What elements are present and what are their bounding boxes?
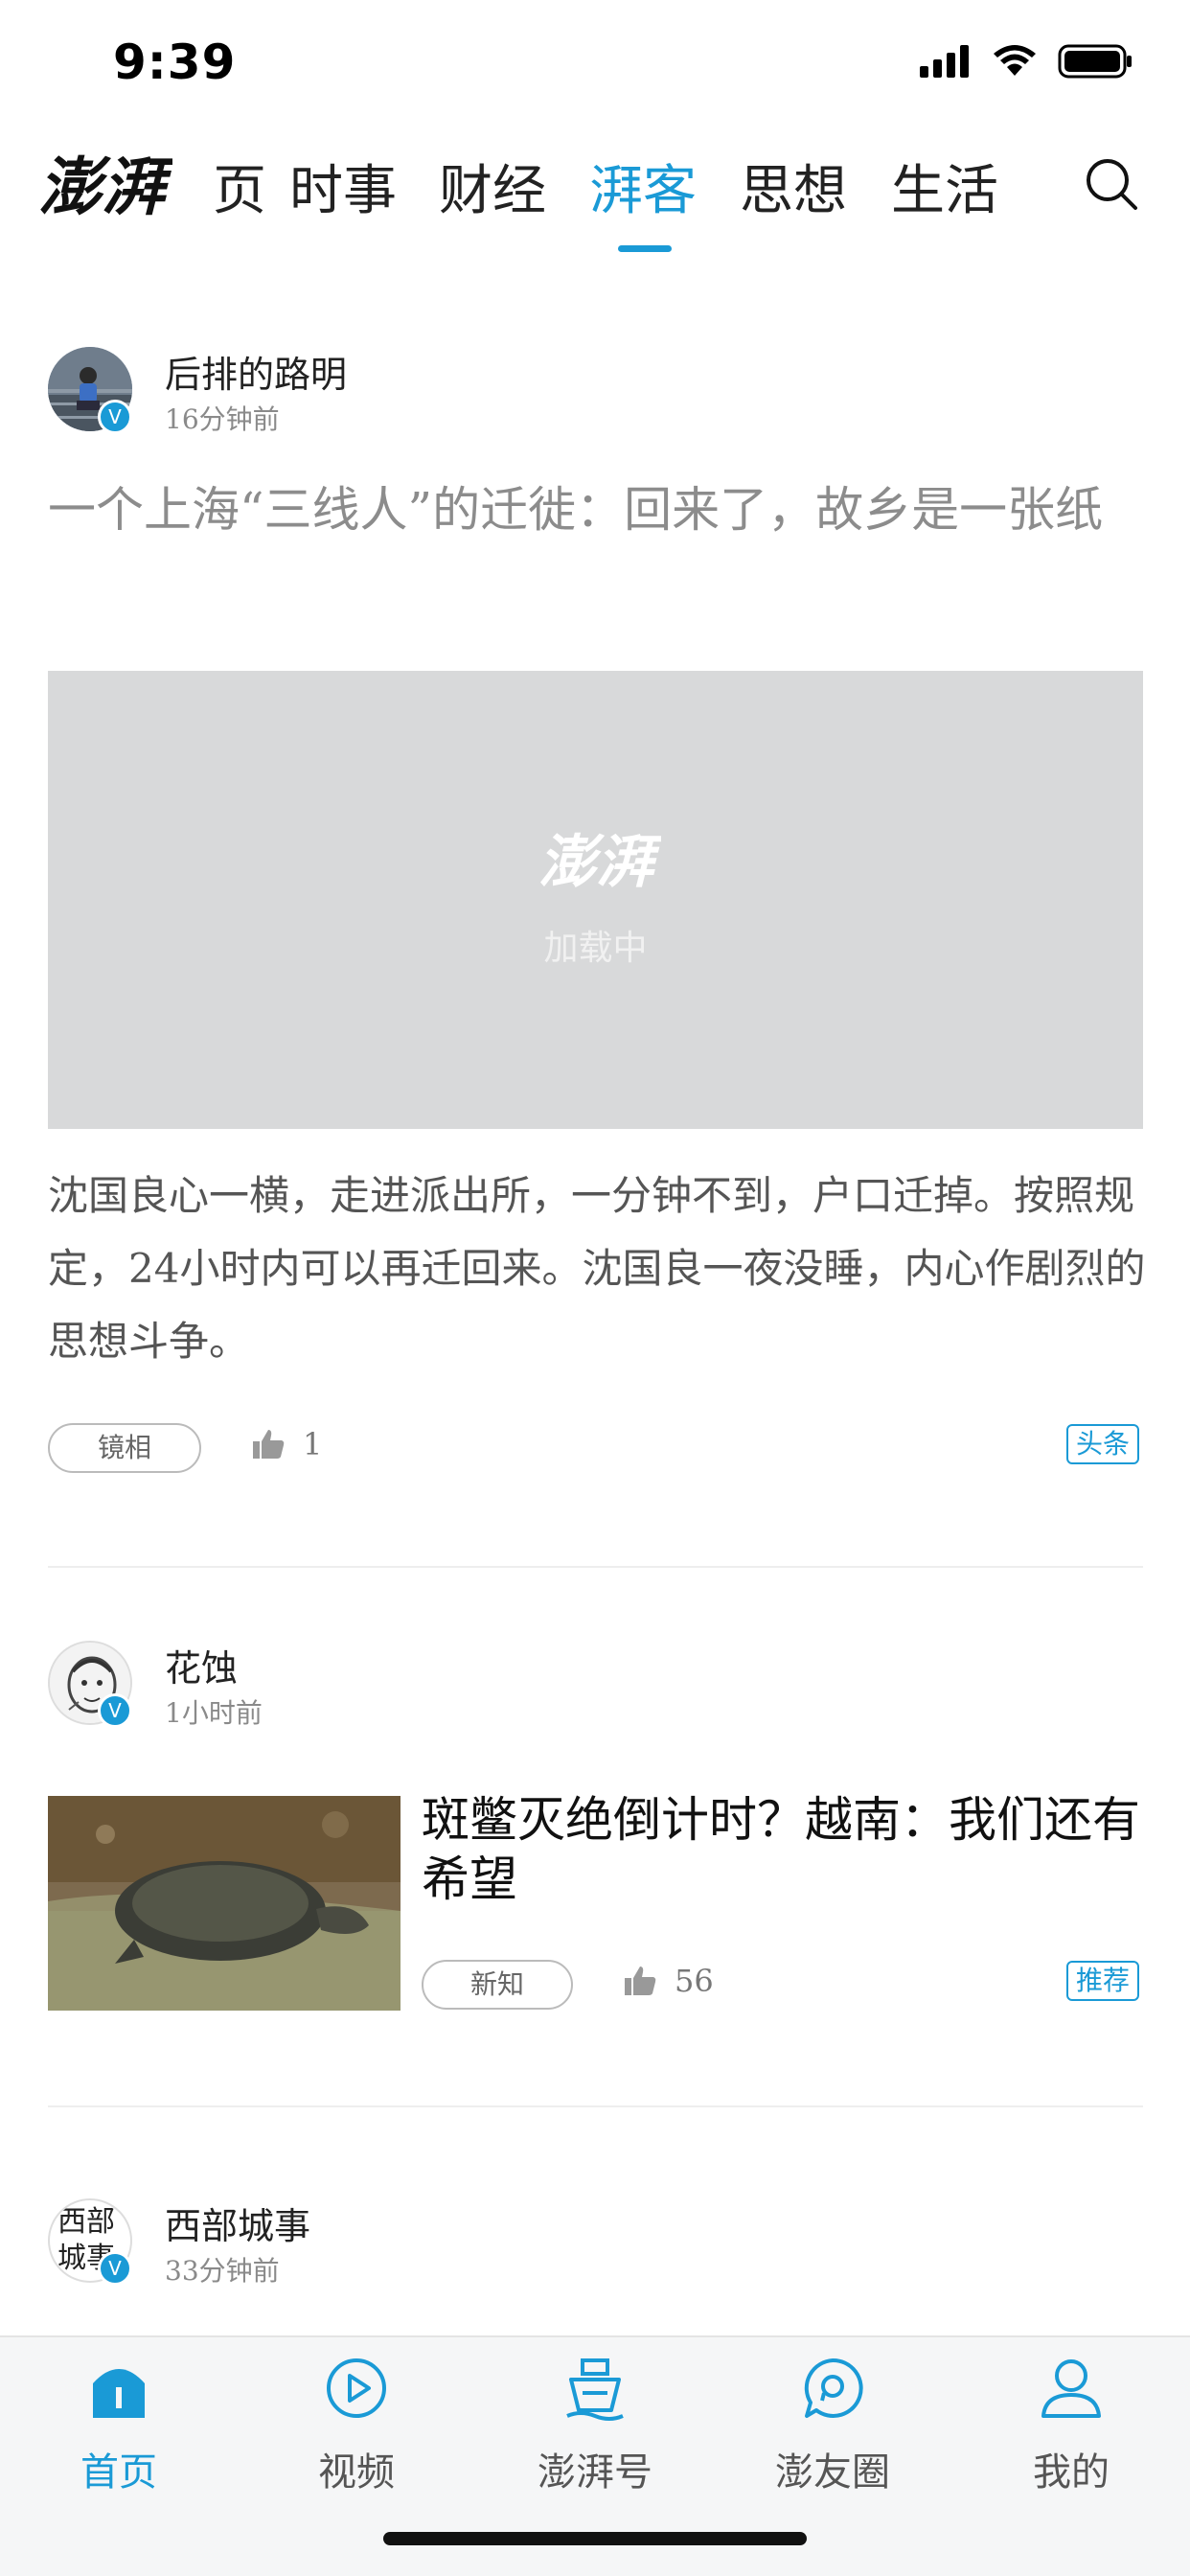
home-icon	[93, 2369, 145, 2418]
tab-pengyou-quan[interactable]: 澎友圈	[737, 2337, 928, 2510]
article-title[interactable]: 斑鳖灭绝倒计时？越南：我们还有希望	[422, 1790, 1150, 1909]
placeholder-logo: 澎湃	[538, 829, 661, 896]
article-summary[interactable]: 沈国良心一横，走进派出所，一分钟不到，户口迁掉。按照规定，24小时内可以再迁回来…	[48, 1160, 1150, 1378]
battery-icon	[1058, 44, 1132, 79]
tab-label: 澎湃号	[538, 2450, 652, 2495]
tab-sixiang[interactable]: 思想	[740, 148, 847, 225]
channel-tabs: 页 时事 财经 湃客 思想 生活	[213, 134, 1046, 259]
thumbs-up-icon	[625, 1966, 656, 1995]
headline-badge: 头条	[1066, 1424, 1140, 1464]
loading-text: 加载中	[543, 929, 648, 968]
tab-caijing[interactable]: 财经	[439, 148, 546, 225]
thepaper-logo[interactable]: 澎湃	[38, 142, 172, 228]
verified-badge: V	[98, 2251, 132, 2286]
post-time: 33分钟前	[165, 2255, 280, 2287]
tab-home[interactable]: 首页	[23, 2337, 215, 2510]
status-time: 9:39	[113, 34, 237, 90]
topic-tag[interactable]: 新知	[422, 1960, 573, 2010]
tab-label: 我的	[1033, 2450, 1110, 2495]
person-icon	[1041, 2359, 1101, 2418]
author-name[interactable]: 西部城事	[165, 2196, 310, 2249]
tab-label: 澎友圈	[775, 2450, 890, 2495]
status-bar: 9:39	[0, 0, 1190, 125]
tab-shenghuo[interactable]: 生活	[891, 148, 998, 225]
topic-tag[interactable]: 镜相	[48, 1423, 201, 1473]
tab-me[interactable]: 我的	[975, 2337, 1167, 2510]
active-tab-indicator	[618, 245, 672, 252]
search-icon[interactable]	[1083, 155, 1140, 213]
boat-icon	[566, 2358, 624, 2421]
tab-video[interactable]: 视频	[261, 2337, 452, 2510]
post-time: 1小时前	[165, 1697, 263, 1729]
author-name[interactable]: 后排的路明	[165, 345, 347, 398]
svg-text:澎湃: 澎湃	[538, 829, 661, 896]
turtle-photo	[48, 1796, 400, 2011]
wifi-icon	[994, 45, 1036, 76]
tab-home-partial[interactable]: 页	[213, 148, 266, 225]
verified-badge: V	[98, 400, 132, 434]
like-count: 1	[303, 1426, 323, 1462]
recommend-badge: 推荐	[1066, 1961, 1140, 2001]
tab-paike[interactable]: 湃客	[589, 148, 697, 225]
author-name[interactable]: 花蚀	[165, 1639, 238, 1691]
feed-item[interactable]: V 后排的路明 16分钟前 一个上海“三线人”的迁徙：回来了，故乡是一张纸 澎湃…	[0, 316, 1190, 1562]
image-placeholder[interactable]: 澎湃 加载中	[48, 671, 1143, 1129]
signal-icon	[920, 45, 969, 78]
article-title[interactable]: 一个上海“三线人”的迁徙：回来了，故乡是一张纸	[48, 470, 1150, 550]
status-icons	[920, 44, 1133, 79]
like-button[interactable]: 1	[251, 1426, 322, 1462]
like-count: 56	[675, 1963, 714, 1999]
article-thumbnail[interactable]	[48, 1796, 400, 2011]
divider	[48, 2105, 1143, 2107]
svg-text:澎湃: 澎湃	[38, 150, 172, 224]
chat-bubble-icon	[804, 2358, 863, 2418]
post-time: 16分钟前	[165, 403, 280, 435]
like-button[interactable]: 56	[623, 1963, 714, 1999]
divider	[48, 1566, 1143, 1568]
tab-paipai-hao[interactable]: 澎湃号	[499, 2337, 691, 2510]
video-icon	[327, 2358, 386, 2418]
thumbs-up-icon	[253, 1430, 285, 1459]
top-navigation: 澎湃 页 时事 财经 湃客 思想 生活	[0, 134, 1190, 259]
verified-badge: V	[98, 1693, 132, 1728]
tab-label: 视频	[318, 2450, 395, 2495]
tab-shishi[interactable]: 时事	[289, 148, 397, 225]
home-indicator[interactable]	[383, 2532, 807, 2545]
tab-label: 首页	[80, 2450, 157, 2495]
